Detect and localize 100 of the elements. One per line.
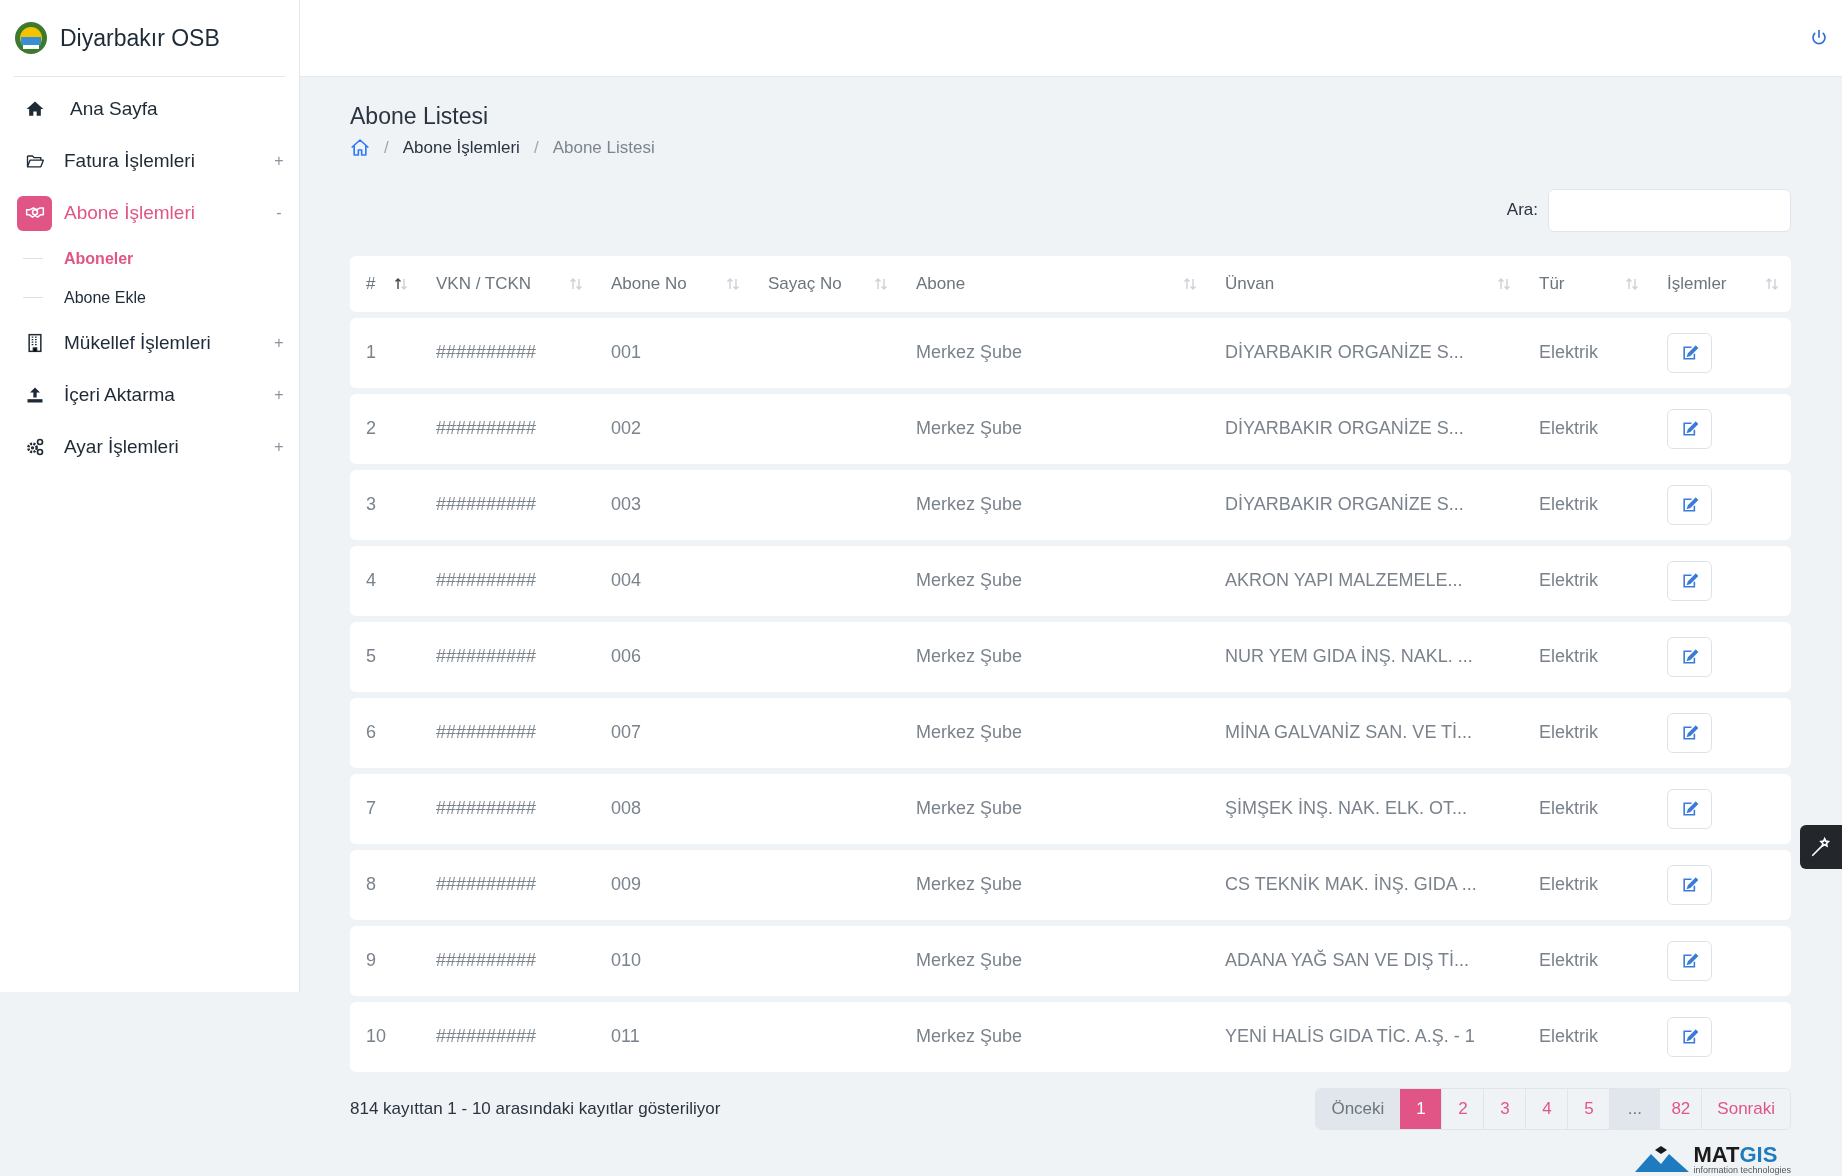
magic-wand-icon xyxy=(1810,836,1832,858)
table-cell: 004 xyxy=(611,570,642,590)
table-cell: ########## xyxy=(436,570,537,590)
table-cell: ########## xyxy=(436,874,537,894)
magic-wand-button[interactable] xyxy=(1800,825,1842,869)
table-cell: ADANA YAĞ SAN VE DIŞ Tİ... xyxy=(1225,950,1470,970)
table-cell: DİYARBAKIR ORGANİZE S... xyxy=(1225,418,1464,438)
table-cell: Merkez Şube xyxy=(916,418,1023,438)
column-header[interactable]: VKN / TCKN xyxy=(436,270,532,297)
table-cell: ########## xyxy=(436,722,537,742)
edit-button[interactable] xyxy=(1667,408,1712,449)
column-header[interactable]: Ünvan xyxy=(1225,270,1275,297)
sidebar-item[interactable]: Abone İşlemleri - xyxy=(17,187,284,239)
table-cell: 4 xyxy=(366,570,376,590)
submenu-item[interactable]: Aboneler xyxy=(64,246,134,271)
edit-icon xyxy=(1680,648,1699,665)
edit-icon xyxy=(1680,952,1699,969)
table-cell: ŞİMŞEK İNŞ. NAK. ELK. OT... xyxy=(1225,798,1468,818)
table-cell: ########## xyxy=(436,342,537,362)
table-cell: Merkez Şube xyxy=(916,494,1023,514)
power-icon[interactable] xyxy=(1810,29,1828,47)
brand-name: Diyarbakır OSB xyxy=(60,23,220,53)
edit-button[interactable] xyxy=(1667,1016,1712,1057)
edit-button[interactable] xyxy=(1667,864,1712,905)
table-cell: 003 xyxy=(611,494,642,514)
table-cell: 010 xyxy=(611,950,642,970)
search-field[interactable] xyxy=(1548,188,1791,232)
edit-button[interactable] xyxy=(1667,788,1712,829)
sidebar-item[interactable]: Ana Sayfa xyxy=(17,83,284,135)
table-cell: Merkez Şube xyxy=(916,950,1023,970)
column-header[interactable]: Tür xyxy=(1539,270,1565,297)
sidebar-item[interactable]: Fatura İşlemleri + xyxy=(17,135,284,187)
page-button[interactable]: 1 xyxy=(1399,1088,1442,1129)
table-cell: DİYARBAKIR ORGANİZE S... xyxy=(1225,342,1464,362)
logo-icon xyxy=(14,21,48,55)
column-header[interactable]: # xyxy=(366,270,376,297)
table-cell: Merkez Şube xyxy=(916,646,1023,666)
search-label: Ara: xyxy=(1506,199,1538,222)
table-cell: CS TEKNİK MAK. İNŞ. GIDA ... xyxy=(1225,874,1477,894)
table-cell: Merkez Şube xyxy=(916,874,1023,894)
edit-icon xyxy=(1680,876,1699,893)
table-cell: 011 xyxy=(611,1026,640,1046)
table-cell: Elektrik xyxy=(1539,874,1598,894)
sort-icon[interactable] xyxy=(394,277,408,290)
table-cell: AKRON YAPI MALZEMELE... xyxy=(1225,570,1463,590)
column-header[interactable]: Sayaç No xyxy=(768,270,842,297)
expand-toggle[interactable]: + xyxy=(274,331,284,355)
breadcrumb-separator: / xyxy=(384,137,389,159)
table-cell: Merkez Şube xyxy=(916,722,1023,742)
table-cell: ########## xyxy=(436,418,537,438)
pagination-nav-button[interactable]: Sonraki xyxy=(1701,1088,1790,1129)
sidebar-item[interactable]: Mükellef İşlemleri + xyxy=(17,317,284,369)
edit-button[interactable] xyxy=(1667,560,1712,601)
submenu-item[interactable]: Abone Ekle xyxy=(64,285,146,310)
gears-icon xyxy=(24,437,45,457)
table-cell: Elektrik xyxy=(1539,646,1598,666)
table-cell: 1 xyxy=(366,342,376,362)
sidebar-item[interactable]: Ayar İşlemleri + xyxy=(17,421,284,473)
expand-toggle[interactable]: - xyxy=(274,201,284,225)
table-cell: ########## xyxy=(436,494,537,514)
table-cell: Elektrik xyxy=(1539,570,1598,590)
edit-button[interactable] xyxy=(1667,940,1712,981)
table-cell: 9 xyxy=(366,950,376,970)
table-cell: NUR YEM GIDA İNŞ. NAKL. ... xyxy=(1225,646,1473,666)
expand-toggle[interactable]: + xyxy=(274,435,284,459)
edit-icon xyxy=(1680,496,1699,513)
column-header[interactable]: İşlemler xyxy=(1667,270,1727,297)
entries-info: 814 kayıttan 1 - 10 arasındaki kayıtlar gösteriliyor xyxy=(350,1097,721,1120)
table-cell: ########## xyxy=(436,798,537,818)
table-cell: Merkez Şube xyxy=(916,570,1023,590)
edit-button[interactable] xyxy=(1667,484,1712,525)
edit-button[interactable] xyxy=(1667,712,1712,753)
expand-toggle[interactable]: + xyxy=(274,383,284,407)
column-header[interactable]: Abone No xyxy=(611,270,687,297)
edit-button[interactable] xyxy=(1667,332,1712,373)
sidebar-item[interactable]: İçeri Aktarma + xyxy=(17,369,284,421)
table-cell: Elektrik xyxy=(1539,798,1598,818)
table-cell: 7 xyxy=(366,798,376,818)
breadcrumb-link[interactable]: Abone İşlemleri xyxy=(402,135,520,161)
table-cell: 008 xyxy=(611,798,642,818)
home-icon[interactable] xyxy=(350,138,370,158)
expand-toggle[interactable]: + xyxy=(274,149,284,173)
table-cell: YENİ HALİS GIDA TİC. A.Ş. - 1 xyxy=(1225,1026,1475,1046)
table-cell: Elektrik xyxy=(1539,1026,1598,1046)
edit-icon xyxy=(1680,800,1699,817)
column-header[interactable]: Abone xyxy=(916,270,966,297)
table-cell: Elektrik xyxy=(1539,950,1598,970)
table-cell: 10 xyxy=(366,1026,387,1046)
table-cell: Elektrik xyxy=(1539,722,1598,742)
table-cell: 8 xyxy=(366,874,376,894)
edit-icon xyxy=(1680,344,1699,361)
table-cell: 5 xyxy=(366,646,376,666)
table-cell: 002 xyxy=(611,418,642,438)
table-cell: MİNA GALVANİZ SAN. VE Tİ... xyxy=(1225,722,1473,742)
edit-icon xyxy=(1680,724,1699,741)
edit-icon xyxy=(1680,572,1699,589)
edit-button[interactable] xyxy=(1667,636,1712,677)
table-cell: DİYARBAKIR ORGANİZE S... xyxy=(1225,494,1464,514)
table-cell: 001 xyxy=(611,342,642,362)
breadcrumb-current: Abone Listesi xyxy=(552,137,655,159)
